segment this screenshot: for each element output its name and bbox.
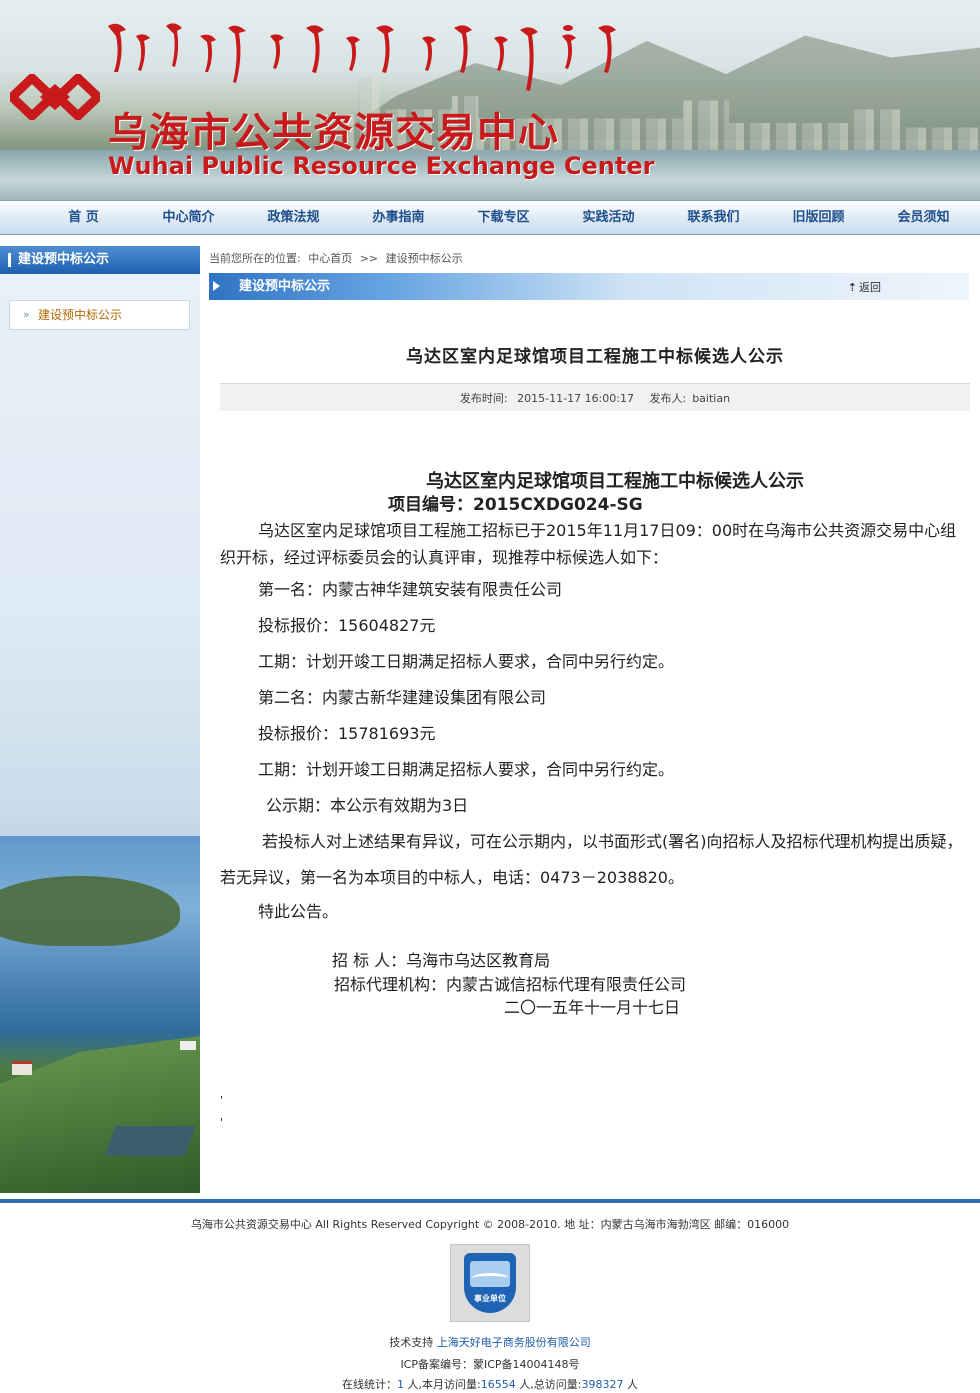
nav-item-contact[interactable]: 联系我们 bbox=[661, 201, 766, 234]
stats-online-label: 在线统计： bbox=[342, 1378, 398, 1391]
nav-item-policies[interactable]: 政策法规 bbox=[241, 201, 346, 234]
nav-item-old-version[interactable]: 旧版回顾 bbox=[766, 201, 871, 234]
header-banner: 乌海市公共资源交易中心 Wuhai Public Resource Exchan… bbox=[0, 0, 980, 200]
footer-stats: 在线统计：1 人,本月访问量:16554 人,总访问量:398327 人 bbox=[0, 1376, 980, 1392]
article-meta: 发布时间: 2015-11-17 16:00:17 发布人: baitian bbox=[220, 383, 970, 411]
doc-date: 二〇一五年十一月十七日 bbox=[504, 998, 681, 1017]
doc-second-place: 第二名：内蒙古新华建建设集团有限公司 bbox=[258, 688, 547, 707]
article-body: 乌达区室内足球馆项目工程施工中标候选人公示 项目编号：2015CXDG024-S… bbox=[220, 467, 970, 1133]
doc-notice-period: 公示期：本公示有效期为3日 bbox=[266, 796, 469, 815]
section-title: 建设预中标公示 bbox=[239, 279, 331, 294]
sidebar-title: 建设预中标公示 bbox=[0, 246, 200, 274]
sidebar-landscape-image bbox=[0, 836, 200, 1193]
author-value: baitian bbox=[692, 392, 731, 405]
doc-stray-mark: ' bbox=[220, 1116, 224, 1129]
sidebar-item-bid-notice[interactable]: 建设预中标公示 bbox=[9, 300, 190, 330]
institution-badge[interactable]: 事业单位 bbox=[450, 1244, 530, 1322]
back-button[interactable]: ⇡ 返回 bbox=[848, 279, 881, 295]
nav-item-home[interactable]: 首 页 bbox=[31, 201, 136, 234]
support-company-link[interactable]: 上海天好电子商务股份有限公司 bbox=[437, 1336, 591, 1349]
breadcrumb: 当前您所在的位置: 中心首页 >> 建设预中标公示 bbox=[209, 250, 467, 266]
breadcrumb-prefix: 当前您所在的位置: bbox=[209, 252, 301, 265]
breadcrumb-home-link[interactable]: 中心首页 bbox=[308, 252, 352, 265]
nav-item-about[interactable]: 中心简介 bbox=[136, 201, 241, 234]
author-label: 发布人: baitian bbox=[649, 392, 731, 405]
doc-first-place: 第一名：内蒙古神华建筑安装有限责任公司 bbox=[258, 580, 563, 599]
breadcrumb-current[interactable]: 建设预中标公示 bbox=[386, 252, 463, 265]
logo-icon bbox=[10, 74, 100, 120]
building-shape bbox=[12, 1061, 32, 1075]
site-title-cn: 乌海市公共资源交易中心 bbox=[108, 110, 559, 156]
nav-item-member-notice[interactable]: 会员须知 bbox=[871, 201, 976, 234]
footer-support: 技术支持 上海天好电子商务股份有限公司 bbox=[0, 1334, 980, 1350]
stats-total-unit: 人 bbox=[626, 1378, 638, 1391]
stats-online-value: 1 bbox=[397, 1378, 405, 1391]
site-title-en: Wuhai Public Resource Exchange Center bbox=[108, 152, 655, 180]
support-label: 技术支持 bbox=[389, 1336, 434, 1349]
article-title: 乌达区室内足球馆项目工程施工中标候选人公示 bbox=[406, 347, 784, 367]
doc-first-period: 工期：计划开竣工日期满足招标人要求，合同中另行约定。 bbox=[258, 652, 675, 671]
doc-second-period: 工期：计划开竣工日期满足招标人要求，合同中另行约定。 bbox=[258, 760, 675, 779]
stats-month-label: 人,本月访问量: bbox=[407, 1378, 481, 1391]
doc-project-number: 项目编号：2015CXDG024-SG bbox=[388, 495, 643, 515]
doc-closing: 特此公告。 bbox=[258, 902, 339, 921]
nav-item-activities[interactable]: 实践活动 bbox=[556, 201, 661, 234]
publish-time-value: 2015-11-17 16:00:17 bbox=[517, 392, 634, 405]
left-sidebar: 建设预中标公示 建设预中标公示 bbox=[0, 246, 200, 1193]
arrow-icon bbox=[213, 281, 220, 291]
shore-shape bbox=[0, 1036, 200, 1193]
main-nav: 首 页 中心简介 政策法规 办事指南 下载专区 实践活动 联系我们 旧版回顾 会… bbox=[0, 200, 980, 235]
doc-second-price: 投标报价：15781693元 bbox=[258, 724, 436, 743]
badge-label: 事业单位 bbox=[474, 1294, 506, 1303]
stats-total-label: 人,总访问量: bbox=[519, 1378, 582, 1391]
stats-month-value: 16554 bbox=[480, 1378, 516, 1391]
back-arrow-icon: ⇡ bbox=[847, 281, 857, 294]
nav-item-downloads[interactable]: 下载专区 bbox=[451, 201, 556, 234]
doc-intro: 乌达区室内足球馆项目工程施工招标已于2015年11月17日09：00时在乌海市公… bbox=[220, 521, 957, 567]
breadcrumb-separator: >> bbox=[359, 252, 379, 265]
doc-title: 乌达区室内足球馆项目工程施工中标候选人公示 bbox=[426, 471, 804, 492]
doc-agency: 招标代理机构：内蒙古诚信招标代理有限责任公司 bbox=[334, 975, 687, 994]
pond-shape bbox=[104, 1126, 196, 1156]
doc-tenderer: 招 标 人：乌海市乌达区教育局 bbox=[332, 951, 551, 970]
stats-total-value: 398327 bbox=[581, 1378, 624, 1391]
building-shape bbox=[180, 1041, 196, 1050]
back-label: 返回 bbox=[859, 281, 881, 294]
shield-icon: 事业单位 bbox=[464, 1253, 516, 1313]
section-header: 建设预中标公示 ⇡ 返回 bbox=[209, 273, 969, 300]
doc-objection: 若投标人对上述结果有异议，可在公示期内，以书面形式(署名)向招标人及招标代理机构… bbox=[220, 832, 963, 887]
mongolian-script-title bbox=[108, 23, 616, 91]
doc-first-price: 投标报价：15604827元 bbox=[258, 616, 436, 635]
nav-item-guide[interactable]: 办事指南 bbox=[346, 201, 451, 234]
publish-time-label: 发布时间: 2015-11-17 16:00:17 bbox=[459, 392, 634, 405]
footer-icp: ICP备案编号：蒙ICP备14004148号 bbox=[400, 1358, 580, 1371]
island-shape bbox=[0, 876, 180, 946]
footer-copyright: 乌海市公共资源交易中心 All Rights Reserved Copyrigh… bbox=[190, 1218, 790, 1231]
doc-stray-mark: ' bbox=[220, 1094, 224, 1107]
footer-divider bbox=[0, 1199, 980, 1203]
